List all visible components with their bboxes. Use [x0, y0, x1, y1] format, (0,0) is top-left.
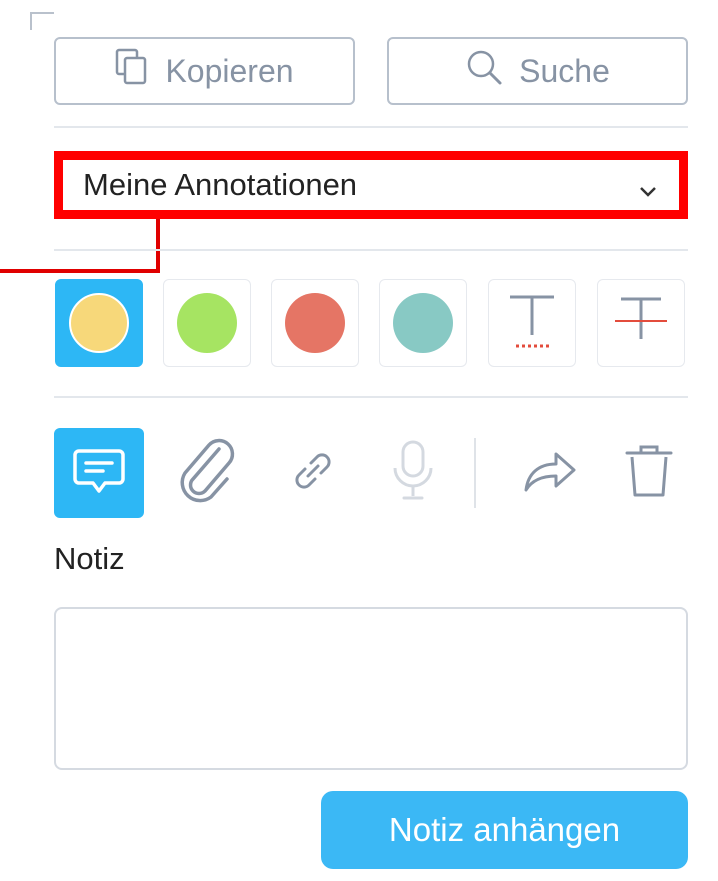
- link-button[interactable]: [268, 428, 358, 518]
- attachment-button[interactable]: [162, 428, 252, 518]
- note-textarea[interactable]: [54, 607, 688, 770]
- share-icon: [522, 446, 578, 501]
- text-strikethrough-button[interactable]: [597, 279, 685, 367]
- copy-icon: [115, 48, 149, 94]
- teal-dot: [393, 293, 453, 353]
- color-swatch-red[interactable]: [271, 279, 359, 367]
- chevron-down-icon: [637, 174, 659, 197]
- callout-line: [156, 219, 160, 273]
- text-underline-button[interactable]: [488, 279, 576, 367]
- paperclip-icon: [175, 435, 239, 512]
- corner-mark: [30, 12, 54, 30]
- trash-icon: [623, 441, 675, 506]
- red-dot: [285, 293, 345, 353]
- text-strikethrough-icon: [611, 289, 671, 358]
- note-icon: [71, 443, 127, 504]
- link-icon: [289, 447, 337, 500]
- text-underline-icon: [502, 289, 562, 358]
- callout-line: [0, 269, 160, 273]
- copy-button[interactable]: Kopieren: [54, 37, 355, 105]
- color-swatch-yellow[interactable]: [55, 279, 143, 367]
- copy-label: Kopieren: [165, 52, 294, 89]
- color-swatch-green[interactable]: [163, 279, 251, 367]
- microphone-icon: [388, 438, 438, 509]
- attach-note-button[interactable]: Notiz anhängen: [321, 791, 688, 869]
- divider: [54, 249, 688, 251]
- note-label: Notiz: [54, 541, 125, 576]
- voice-note-button[interactable]: [368, 428, 458, 518]
- share-button[interactable]: [505, 428, 595, 518]
- search-label: Suche: [519, 52, 610, 89]
- annotations-select[interactable]: Meine Annotationen: [54, 151, 688, 219]
- delete-button[interactable]: [604, 428, 694, 518]
- yellow-dot: [69, 293, 129, 353]
- divider: [54, 126, 688, 128]
- annotations-select-value: Meine Annotationen: [83, 167, 358, 202]
- green-dot: [177, 293, 237, 353]
- search-icon: [465, 48, 503, 94]
- note-tool-button[interactable]: [54, 428, 144, 518]
- color-swatch-teal[interactable]: [379, 279, 467, 367]
- search-button[interactable]: Suche: [387, 37, 688, 105]
- tool-separator: [474, 438, 476, 508]
- divider: [54, 396, 688, 398]
